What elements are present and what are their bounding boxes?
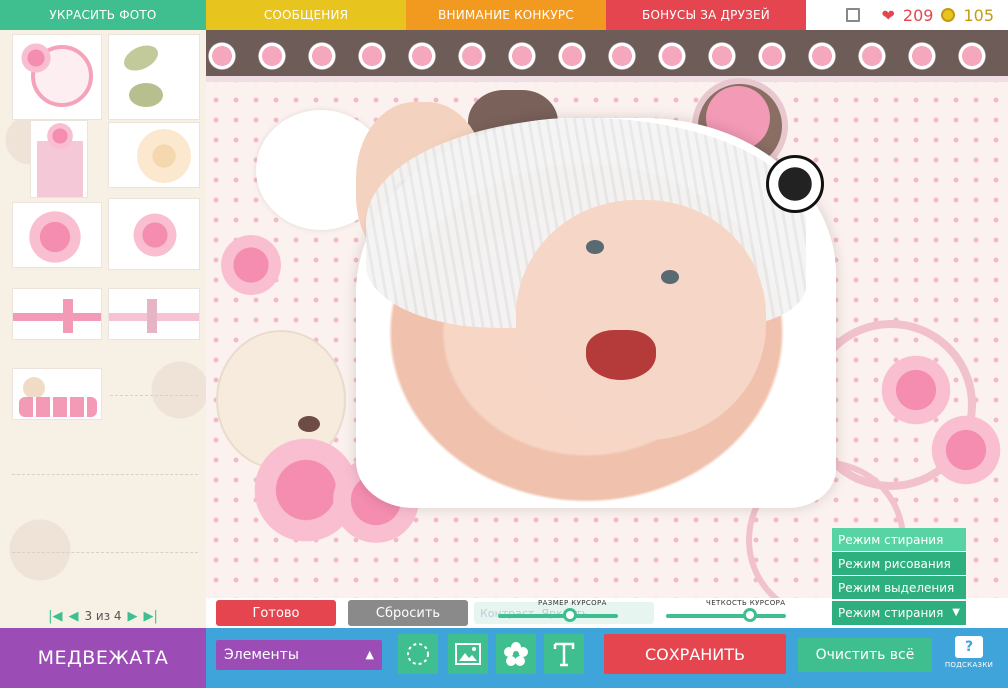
sticker-thumb[interactable] xyxy=(108,34,200,120)
mode-selected-value: Режим стирания xyxy=(838,606,944,620)
done-button[interactable]: Готово xyxy=(216,600,336,626)
clear-label: Очистить всё xyxy=(815,647,915,663)
fullscreen-icon[interactable] xyxy=(845,8,860,22)
tab-label: ВНИМАНИЕ КОНКУРС xyxy=(438,8,574,22)
slider-knob[interactable] xyxy=(563,608,577,622)
sticker-thumb[interactable] xyxy=(108,198,200,270)
image-icon xyxy=(455,643,481,665)
tab-label: УКРАСИТЬ ФОТО xyxy=(49,8,157,22)
top-nav: УКРАСИТЬ ФОТО СООБЩЕНИЯ ВНИМАНИЕ КОНКУРС… xyxy=(0,0,1008,30)
mode-dropdown-list: Режим стирания Режим рисования Режим выд… xyxy=(832,528,966,600)
lasso-tool-button[interactable] xyxy=(398,634,438,674)
done-label: Готово xyxy=(252,605,300,621)
cursor-sharpness-slider[interactable]: ЧЕТКОСТЬ КУРСОРА xyxy=(666,598,786,628)
tab-decorate-photo[interactable]: УКРАСИТЬ ФОТО xyxy=(0,0,206,30)
heart-icon: ❤ xyxy=(881,5,895,25)
eraser-cursor xyxy=(766,155,824,213)
tab-friend-bonuses[interactable]: БОНУСЫ ЗА ДРУЗЕЙ xyxy=(606,0,806,30)
caret-up-icon: ▲ xyxy=(365,648,374,661)
tab-contest[interactable]: ВНИМАНИЕ КОНКУРС xyxy=(406,0,606,30)
user-stats: ❤ 209 105 xyxy=(806,0,1008,30)
save-label: СОХРАНИТЬ xyxy=(644,644,746,664)
reset-button[interactable]: Сбросить xyxy=(348,600,468,626)
reset-label: Сбросить xyxy=(375,605,441,621)
flower-icon xyxy=(504,642,528,666)
page-indicator: 3 из 4 xyxy=(84,609,122,623)
lasso-icon xyxy=(407,643,429,665)
sticker-thumb[interactable] xyxy=(12,288,102,340)
sticker-thumb[interactable] xyxy=(12,202,102,268)
tab-label: СООБЩЕНИЯ xyxy=(263,8,349,22)
save-button[interactable]: СОХРАНИТЬ xyxy=(604,634,786,674)
sticker-thumb[interactable] xyxy=(30,120,88,198)
text-tool-button[interactable] xyxy=(544,634,584,674)
mode-option-select[interactable]: Режим выделения xyxy=(832,576,966,600)
tab-messages[interactable]: СООБЩЕНИЯ xyxy=(206,0,406,30)
mode-select[interactable]: Режим стирания ▼ xyxy=(832,601,966,625)
clear-all-button[interactable]: Очистить всё xyxy=(798,638,932,672)
sticker-thumb[interactable] xyxy=(12,34,102,120)
bottom-toolbar: МЕДВЕЖАТА Элементы ▲ СОХРАНИТЬ Очистить … xyxy=(0,628,1008,688)
decorative-border xyxy=(206,30,1008,80)
tab-label: БОНУСЫ ЗА ДРУЗЕЙ xyxy=(642,8,770,22)
slider-knob[interactable] xyxy=(743,608,757,622)
cursor-sharpness-label: ЧЕТКОСТЬ КУРСОРА xyxy=(706,599,786,607)
element-type-value: Элементы xyxy=(224,647,299,663)
first-page-icon[interactable]: |◀ xyxy=(48,609,62,624)
prev-page-icon[interactable]: ◀ xyxy=(68,609,78,624)
text-icon xyxy=(553,642,575,667)
next-page-icon[interactable]: ▶ xyxy=(128,609,138,624)
app-root: УКРАСИТЬ ФОТО СООБЩЕНИЯ ВНИМАНИЕ КОНКУРС… xyxy=(0,0,1008,688)
coins-count: 105 xyxy=(963,5,994,25)
mode-option-erase[interactable]: Режим стирания xyxy=(832,528,966,552)
mode-option-draw[interactable]: Режим рисования xyxy=(832,552,966,576)
help-icon: ? xyxy=(955,636,983,658)
sticker-thumb[interactable] xyxy=(108,122,200,188)
sticker-thumb[interactable] xyxy=(108,288,200,340)
help-button[interactable]: ? ПОДСКАЗКИ xyxy=(944,636,994,682)
category-title: МЕДВЕЖАТА xyxy=(0,628,206,688)
element-type-select[interactable]: Элементы ▲ xyxy=(216,640,382,670)
help-label: ПОДСКАЗКИ xyxy=(944,661,994,669)
coin-icon xyxy=(941,8,956,22)
sticker-panel: |◀ ◀ 3 из 4 ▶ ▶| xyxy=(0,30,206,628)
last-page-icon[interactable]: ▶| xyxy=(144,609,158,624)
sticker-pager: |◀ ◀ 3 из 4 ▶ ▶| xyxy=(0,604,206,628)
cursor-size-label: РАЗМЕР КУРСОРА xyxy=(538,599,607,607)
caret-down-icon: ▼ xyxy=(952,607,960,618)
cursor-size-slider[interactable]: РАЗМЕР КУРСОРА xyxy=(498,598,618,628)
photo-canvas[interactable] xyxy=(206,30,1008,598)
image-tool-button[interactable] xyxy=(448,634,488,674)
sticker-tool-button[interactable] xyxy=(496,634,536,674)
sticker-thumb[interactable] xyxy=(12,368,102,420)
hearts-count: 209 xyxy=(902,5,934,25)
